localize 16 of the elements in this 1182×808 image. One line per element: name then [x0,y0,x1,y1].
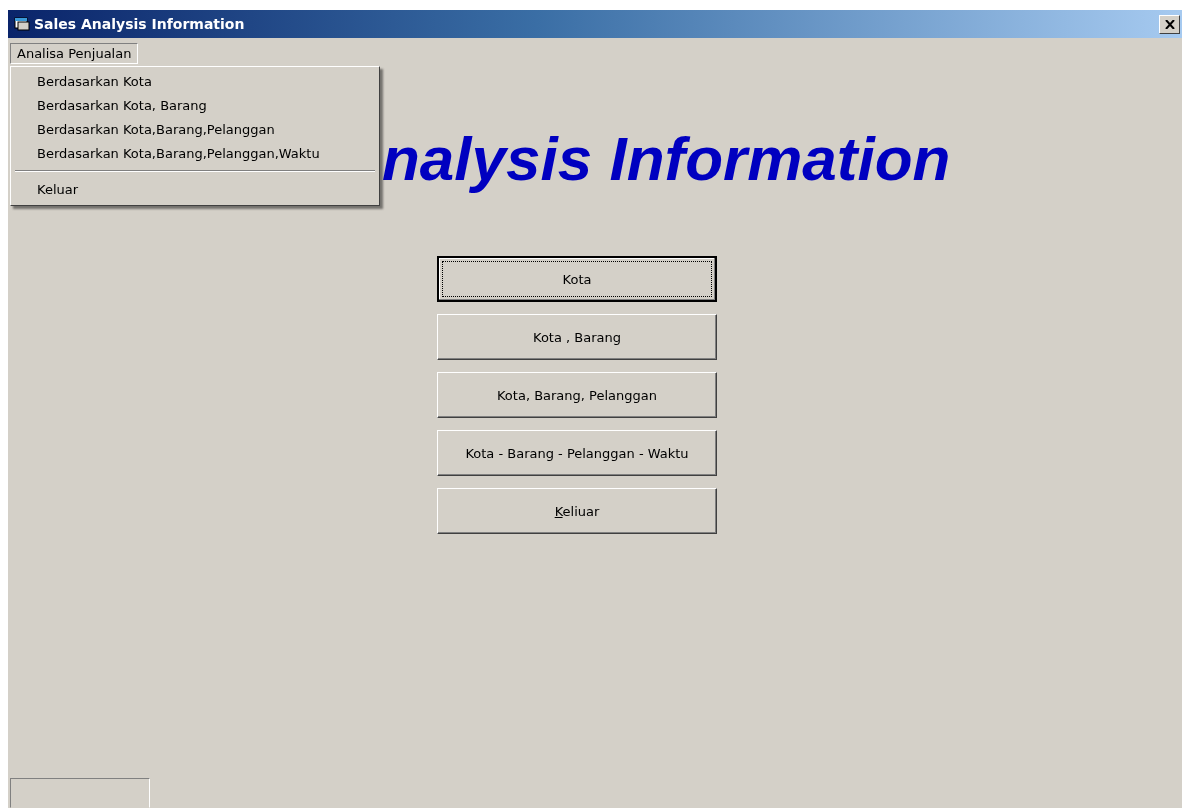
window-title: Sales Analysis Information [34,16,246,32]
close-icon [1164,19,1175,29]
command-button[interactable]: Keliuar [437,488,717,534]
close-button[interactable] [1159,14,1180,34]
window-icon [14,16,30,32]
menu-item[interactable]: Keluar [13,178,377,202]
menu-bar-item[interactable]: Analisa Penjualan [10,42,139,64]
menu-item[interactable]: Berdasarkan Kota [13,70,377,94]
heading: nalysis Information [382,124,952,194]
menu-item[interactable]: Berdasarkan Kota,Barang,Pelanggan [13,118,377,142]
menu-item[interactable]: Berdasarkan Kota, Barang [13,94,377,118]
command-button[interactable]: Kota [437,256,717,302]
command-button[interactable]: Kota , Barang [437,314,717,360]
command-button[interactable]: Kota, Barang, Pelanggan [437,372,717,418]
command-button[interactable]: Kota - Barang - Pelanggan - Waktu [437,430,717,476]
menu-item[interactable]: Berdasarkan Kota,Barang,Pelanggan,Waktu [13,142,377,166]
